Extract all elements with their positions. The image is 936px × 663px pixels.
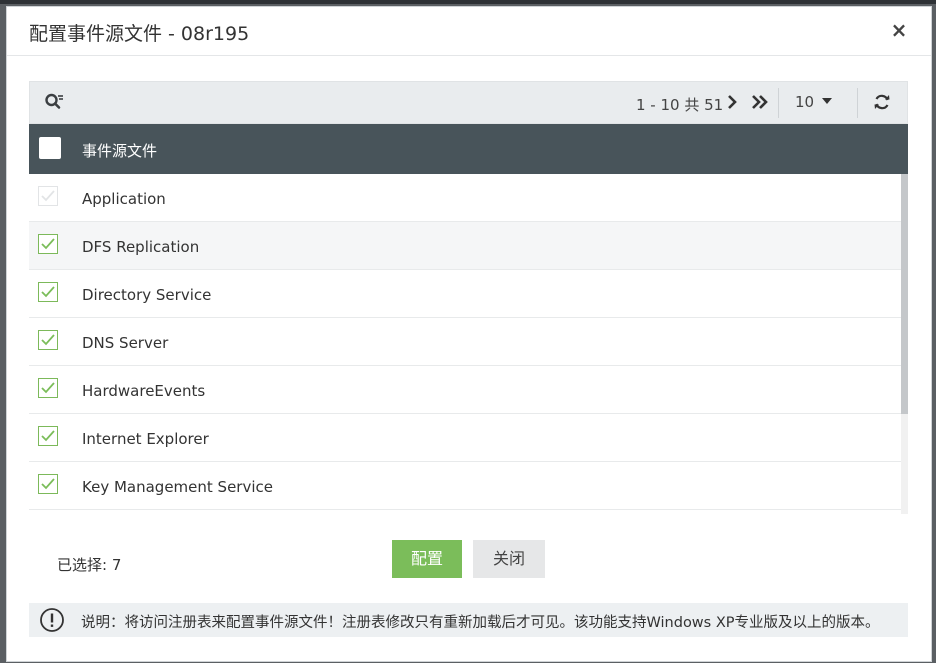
pager-info: 1 - 10 共 51 bbox=[636, 96, 724, 114]
chevron-down-icon bbox=[822, 98, 833, 104]
toolbar-divider bbox=[778, 88, 779, 118]
row-checkbox bbox=[38, 186, 58, 206]
page-size-select[interactable]: 10 bbox=[795, 93, 833, 111]
table-row[interactable]: Internet Explorer bbox=[29, 414, 908, 462]
row-label: HardwareEvents bbox=[82, 382, 206, 400]
event-source-grid: 1 - 10 共 51 10 事件源文件 Application DFS Rep… bbox=[29, 81, 908, 514]
configure-event-source-dialog: 配置事件源文件 - 08r195 × 1 - 10 共 51 10 事件源文件 … bbox=[6, 6, 932, 662]
row-checkbox[interactable] bbox=[38, 330, 58, 350]
column-header-event-source: 事件源文件 bbox=[82, 142, 158, 160]
row-checkbox[interactable] bbox=[38, 234, 58, 254]
info-note-text: 说明：将访问注册表来配置事件源文件！注册表修改只有重新加载后才可见。该功能支持W… bbox=[81, 615, 880, 631]
close-button[interactable]: 关闭 bbox=[473, 540, 545, 578]
scrollbar-thumb[interactable] bbox=[901, 174, 908, 414]
last-page-icon[interactable] bbox=[751, 93, 769, 111]
selected-count: 已选择: 7 bbox=[57, 556, 122, 574]
row-label: Application bbox=[82, 190, 166, 208]
list-scrollbar[interactable] bbox=[901, 174, 908, 514]
search-filter-icon[interactable] bbox=[44, 92, 68, 114]
row-checkbox[interactable] bbox=[38, 474, 58, 494]
table-row[interactable]: DFS Replication bbox=[29, 222, 908, 270]
row-label: DFS Replication bbox=[82, 238, 200, 256]
configure-button[interactable]: 配置 bbox=[392, 540, 462, 578]
grid-toolbar: 1 - 10 共 51 10 bbox=[29, 81, 908, 124]
next-page-icon[interactable] bbox=[727, 93, 741, 111]
event-source-list: Application DFS Replication Directory Se… bbox=[29, 174, 908, 514]
row-checkbox[interactable] bbox=[38, 426, 58, 446]
table-row[interactable]: Key Management Service bbox=[29, 462, 908, 510]
table-row[interactable]: DNS Server bbox=[29, 318, 908, 366]
page-size-value: 10 bbox=[795, 93, 815, 111]
select-all-checkbox[interactable] bbox=[39, 137, 61, 159]
row-label: DNS Server bbox=[82, 334, 169, 352]
refresh-icon[interactable] bbox=[873, 93, 893, 113]
row-checkbox[interactable] bbox=[38, 378, 58, 398]
info-icon bbox=[39, 607, 65, 633]
table-row[interactable]: Application bbox=[29, 174, 908, 222]
row-label: Internet Explorer bbox=[82, 430, 209, 448]
table-header: 事件源文件 bbox=[29, 124, 908, 174]
dialog-title: 配置事件源文件 - 08r195 bbox=[29, 23, 250, 45]
row-label: Key Management Service bbox=[82, 478, 273, 496]
close-icon[interactable]: × bbox=[889, 19, 909, 41]
dialog-header: 配置事件源文件 - 08r195 × bbox=[7, 7, 931, 56]
info-note: 说明：将访问注册表来配置事件源文件！注册表修改只有重新加载后才可见。该功能支持W… bbox=[29, 603, 908, 637]
row-checkbox[interactable] bbox=[38, 282, 58, 302]
table-row[interactable]: HardwareEvents bbox=[29, 366, 908, 414]
row-label: Directory Service bbox=[82, 286, 212, 304]
page-backdrop bbox=[0, 0, 936, 4]
toolbar-divider bbox=[857, 88, 858, 118]
table-row[interactable]: Directory Service bbox=[29, 270, 908, 318]
